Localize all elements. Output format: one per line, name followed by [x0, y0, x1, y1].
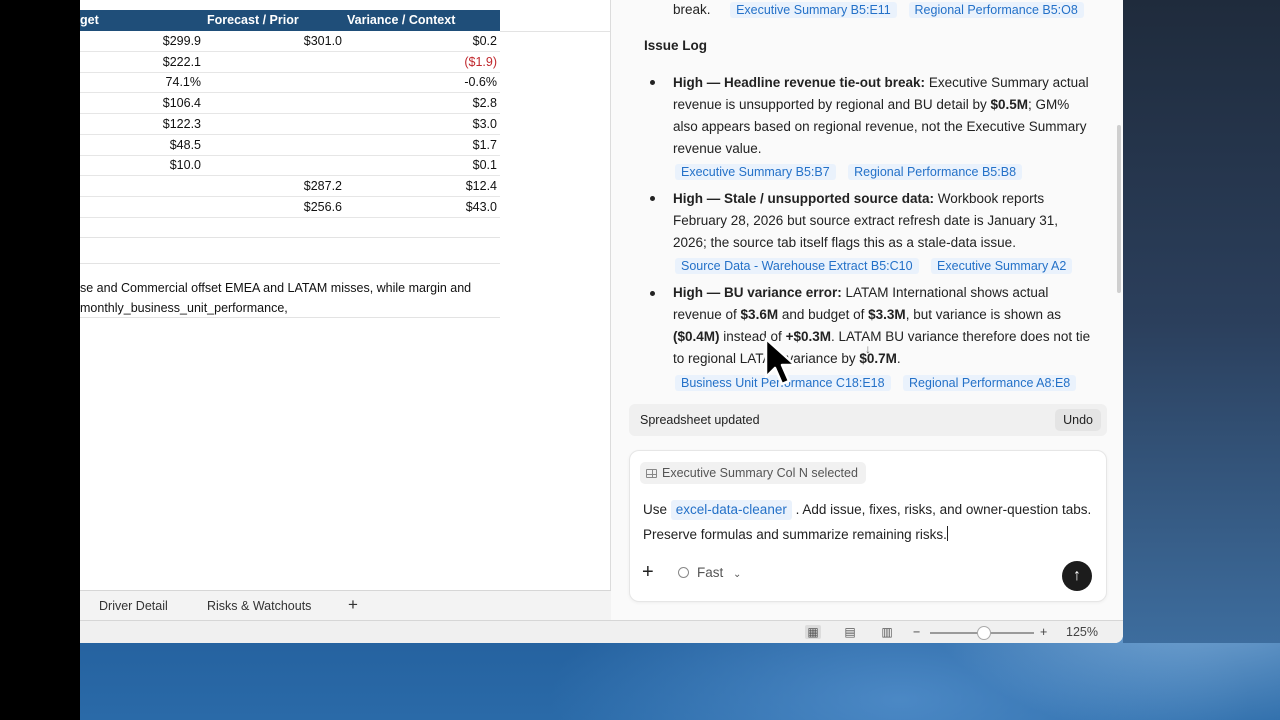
table-cell[interactable]: $0.2: [473, 34, 497, 48]
cell-reference-chip[interactable]: Regional Performance B5:O8: [908, 2, 1084, 18]
add-sheet-button[interactable]: +: [348, 595, 358, 615]
chat-messages[interactable]: break. Executive Summary B5:E11 Regional…: [611, 0, 1123, 398]
bullet: [650, 291, 655, 296]
gridline: [80, 237, 500, 238]
table-row[interactable]: $106.4 $2.8: [80, 93, 500, 115]
mouse-cursor-icon: [764, 337, 797, 386]
attach-plus-button[interactable]: +: [642, 561, 654, 584]
table-cell[interactable]: $3.0: [473, 117, 497, 131]
bullet: [650, 196, 655, 201]
issue-3-refs: Business Unit Performance C18:E18 Region…: [675, 374, 1084, 392]
updated-label: Spreadsheet updated: [640, 413, 760, 427]
gridline: [500, 31, 611, 32]
table-icon: [646, 469, 657, 478]
mode-selector[interactable]: Fast ⌄: [678, 565, 741, 580]
stopwatch-icon: [678, 567, 689, 578]
gridline: [80, 317, 500, 318]
selection-context-chip[interactable]: Executive Summary Col N selected: [640, 462, 866, 484]
page-layout-icon[interactable]: ▤: [842, 625, 858, 639]
chat-scrollbar[interactable]: [1117, 125, 1121, 293]
table-row[interactable]: 74.1% -0.6%: [80, 72, 500, 94]
cell-reference-chip[interactable]: Executive Summary B5:B7: [675, 164, 836, 180]
send-button[interactable]: ↑: [1062, 561, 1092, 591]
page-break-icon[interactable]: ▥: [879, 625, 895, 639]
header-cell-variance[interactable]: Variance / Context: [347, 13, 455, 27]
issue-item-1: High — Headline revenue tie-out break: E…: [673, 75, 1089, 156]
header-cell-target[interactable]: get: [80, 13, 99, 27]
undo-button[interactable]: Undo: [1055, 409, 1101, 431]
zoom-level[interactable]: 125%: [1066, 625, 1098, 639]
table-cell[interactable]: $287.2: [304, 179, 342, 193]
issue-2-refs: Source Data - Warehouse Extract B5:C10 E…: [675, 257, 1080, 275]
zoom-in-button[interactable]: +: [1040, 625, 1047, 639]
table-cell[interactable]: -0.6%: [464, 75, 497, 89]
text-caret: [946, 526, 948, 541]
arrow-up-icon: ↑: [1073, 567, 1081, 584]
note-cell-line1[interactable]: se and Commercial offset EMEA and LATAM …: [80, 281, 471, 295]
tab-driver-detail[interactable]: Driver Detail: [99, 599, 168, 613]
table-row[interactable]: $122.3 $3.0: [80, 114, 500, 135]
cell-reference-chip[interactable]: Regional Performance B5:B8: [848, 164, 1023, 180]
table-cell[interactable]: $2.8: [473, 96, 497, 110]
spreadsheet-updated-banner: Spreadsheet updated Undo: [629, 404, 1107, 436]
table-cell[interactable]: $122.3: [163, 117, 201, 131]
zoom-out-button[interactable]: −: [913, 625, 920, 639]
table-row[interactable]: $287.2 $12.4: [80, 176, 500, 197]
issue-item-3: High — BU variance error: LATAM Internat…: [673, 285, 1091, 366]
cell-reference-chip[interactable]: Executive Summary A2: [931, 258, 1073, 274]
desktop-right-area: [1123, 0, 1280, 643]
table-cell[interactable]: $0.1: [473, 158, 497, 172]
sheet-tabs-bar: Driver Detail Risks & Watchouts +: [80, 590, 611, 620]
table-cell[interactable]: $43.0: [466, 200, 497, 214]
tab-risks-watchouts[interactable]: Risks & Watchouts: [207, 599, 311, 613]
table-cell[interactable]: $10.0: [170, 158, 201, 172]
table-row[interactable]: $222.1 ($1.9): [80, 52, 500, 73]
table-header-row: get Forecast / Prior Variance / Context: [80, 10, 500, 31]
message-fragment: break. Executive Summary B5:E11 Regional…: [673, 2, 1092, 18]
zoom-slider-thumb[interactable]: [977, 626, 991, 640]
table-cell[interactable]: 74.1%: [166, 75, 201, 89]
cell-reference-chip[interactable]: Executive Summary B5:E11: [730, 2, 897, 18]
copilot-chat-panel: break. Executive Summary B5:E11 Regional…: [611, 0, 1123, 620]
chevron-down-icon: ⌄: [733, 569, 742, 580]
table-cell[interactable]: $256.6: [304, 200, 342, 214]
table-row[interactable]: $256.6 $43.0: [80, 197, 500, 218]
issue-1-refs: Executive Summary B5:B7 Regional Perform…: [675, 163, 1030, 181]
cell-reference-chip[interactable]: Regional Performance A8:E8: [903, 375, 1077, 391]
scroll-down-icon[interactable]: ↓: [860, 342, 876, 358]
table-cell[interactable]: $301.0: [304, 34, 342, 48]
gridline: [80, 263, 500, 264]
table-cell[interactable]: $1.7: [473, 138, 497, 152]
bullet: [650, 80, 655, 85]
note-cell-line2[interactable]: monthly_business_unit_performance,: [80, 301, 288, 315]
issue-item-2: High — Stale / unsupported source data: …: [673, 191, 1058, 250]
header-cell-forecast[interactable]: Forecast / Prior: [207, 13, 299, 27]
table-row[interactable]: $48.5 $1.7: [80, 135, 500, 156]
screen-edge: [0, 0, 80, 720]
excel-window: get Forecast / Prior Variance / Context …: [80, 0, 1123, 643]
issue-log-heading: Issue Log: [644, 38, 708, 53]
chat-composer: Executive Summary Col N selected Use exc…: [629, 450, 1107, 602]
table-row[interactable]: $299.9 $301.0 $0.2: [80, 31, 500, 52]
table-cell[interactable]: $12.4: [466, 179, 497, 193]
skill-mention-chip[interactable]: excel-data-cleaner: [670, 500, 792, 520]
spreadsheet-grid[interactable]: get Forecast / Prior Variance / Context …: [80, 0, 611, 590]
table-cell[interactable]: $106.4: [163, 96, 201, 110]
normal-view-icon[interactable]: ▦: [805, 625, 821, 639]
prompt-input[interactable]: Use excel-data-cleaner . Add issue, fixe…: [643, 497, 1098, 547]
table-row[interactable]: $10.0 $0.1: [80, 155, 500, 177]
table-cell[interactable]: ($1.9): [464, 55, 497, 69]
table-cell[interactable]: $48.5: [170, 138, 201, 152]
table-cell[interactable]: $299.9: [163, 34, 201, 48]
cell-reference-chip[interactable]: Source Data - Warehouse Extract B5:C10: [675, 258, 919, 274]
status-bar: ▦ ▤ ▥ − + 125%: [80, 620, 1123, 643]
table-cell[interactable]: $222.1: [163, 55, 201, 69]
